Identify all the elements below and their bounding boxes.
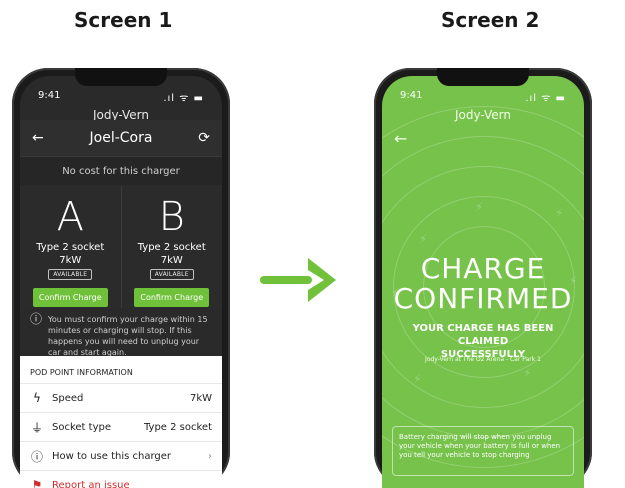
- screen-2: 9:41 .ıl ᯤ ▬ Jody-Vern ← ⚡ ⚡ ⚡ ⚡ ⚡ ⚡ ⚡ C…: [382, 76, 584, 488]
- lightning-icon: ⚡: [555, 206, 563, 220]
- title-line: CHARGE: [382, 254, 584, 284]
- status-time: 9:41: [38, 90, 60, 104]
- confirm-charge-button[interactable]: Confirm Charge: [33, 288, 108, 307]
- status-bar: 9:41 .ıl ᯤ ▬: [400, 90, 566, 104]
- flag-icon: ⚑: [30, 478, 44, 488]
- transition-arrow: [258, 250, 338, 314]
- phone-2: 9:41 .ıl ᯤ ▬ Jody-Vern ← ⚡ ⚡ ⚡ ⚡ ⚡ ⚡ ⚡ C…: [374, 68, 592, 488]
- back-arrow-icon[interactable]: ←: [32, 130, 44, 146]
- socket-type: Type 2 socket: [138, 242, 206, 253]
- sockets-panel: A Type 2 socket 7kW AVAILABLE Confirm Ch…: [20, 186, 222, 308]
- screen1-label: Screen 1: [74, 8, 172, 32]
- row-value: Type 2 socket: [144, 422, 212, 433]
- notch: [437, 68, 529, 86]
- row-label: Speed: [52, 393, 83, 404]
- row-speed: ϟ Speed 7kW: [20, 384, 222, 413]
- title-line: CONFIRMED: [382, 284, 584, 314]
- info-icon: ⓘ: [30, 448, 44, 465]
- screen2-label: Screen 2: [441, 8, 539, 32]
- lightning-icon: ⚡: [475, 200, 483, 214]
- socket-id: A: [57, 196, 84, 238]
- status-icons: .ıl ᯤ ▬: [163, 90, 204, 104]
- header: ← Joel-Cora ⟳: [20, 120, 222, 156]
- row-label: Report an issue: [52, 480, 130, 488]
- status-icons: .ıl ᯤ ▬: [525, 90, 566, 104]
- lightning-icon: ⚡: [413, 372, 421, 386]
- phone-1: 9:41 .ıl ᯤ ▬ Jody-Vern ← Joel-Cora ⟳ No …: [12, 68, 230, 488]
- lightning-icon: ϟ: [30, 391, 44, 405]
- socket-a: A Type 2 socket 7kW AVAILABLE Confirm Ch…: [20, 186, 122, 308]
- no-cost-banner: No cost for this charger: [20, 156, 222, 185]
- row-label: How to use this charger: [52, 451, 171, 462]
- info-note: ⓘ You must confirm your charge within 15…: [30, 314, 212, 354]
- footer-note: Battery charging will stop when you unpl…: [392, 426, 574, 476]
- status-bar: 9:41 .ıl ᯤ ▬: [38, 90, 204, 104]
- subtitle-line: YOUR CHARGE HAS BEEN CLAIMED: [392, 322, 574, 348]
- info-note-text: You must confirm your charge within 15 m…: [48, 314, 212, 354]
- screen-1: 9:41 .ıl ᯤ ▬ Jody-Vern ← Joel-Cora ⟳ No …: [20, 76, 222, 488]
- availability-badge: AVAILABLE: [150, 269, 194, 280]
- confirm-charge-button[interactable]: Confirm Charge: [134, 288, 209, 307]
- socket-power: 7kW: [161, 255, 183, 266]
- section-title: POD POINT INFORMATION: [20, 356, 222, 384]
- arrow-right-icon: [258, 250, 338, 310]
- row-how-to-use[interactable]: ⓘ How to use this charger ›: [20, 442, 222, 471]
- availability-badge: AVAILABLE: [48, 269, 92, 280]
- plug-icon: ⏚: [30, 419, 44, 436]
- row-label: Socket type: [52, 422, 111, 433]
- info-list: POD POINT INFORMATION ϟ Speed 7kW ⏚ Sock…: [20, 356, 222, 488]
- location-text: Jody-Vern at The O2 Arena - Car Park 1: [382, 356, 584, 363]
- chevron-right-icon: ›: [208, 451, 212, 462]
- row-socket-type: ⏚ Socket type Type 2 socket: [20, 413, 222, 442]
- status-time: 9:41: [400, 90, 422, 104]
- refresh-icon[interactable]: ⟳: [198, 130, 210, 146]
- row-report-issue[interactable]: ⚑ Report an issue: [20, 471, 222, 488]
- lightning-icon: ⚡: [523, 366, 531, 380]
- row-value: 7kW: [190, 393, 212, 404]
- page-title: Joel-Cora: [90, 130, 153, 146]
- info-icon: ⓘ: [30, 314, 42, 354]
- lightning-icon: ⚡: [419, 232, 427, 246]
- confirmation-title: CHARGE CONFIRMED: [382, 254, 584, 314]
- socket-b: B Type 2 socket 7kW AVAILABLE Confirm Ch…: [122, 186, 223, 308]
- socket-power: 7kW: [59, 255, 81, 266]
- notch: [75, 68, 167, 86]
- socket-type: Type 2 socket: [36, 242, 104, 253]
- socket-id: B: [159, 196, 185, 238]
